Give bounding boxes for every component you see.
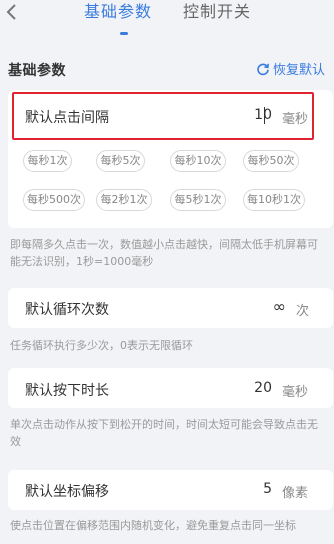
preset-chip[interactable]: 每秒5次 [96, 150, 145, 172]
interval-hint: 即每隔多久点击一次，数值越小点击越快，间隔太低手机屏幕可能无法识别，1秒=100… [10, 238, 318, 268]
press-unit: 毫秒 [282, 385, 309, 400]
press-hint: 单次点击动作从按下到松开的时间，时间太短可能会导致点击无效 [10, 418, 318, 448]
loop-label: 默认循环次数 [25, 302, 109, 318]
restore-default-label: 恢复默认 [272, 63, 325, 78]
active-tab-indicator [120, 32, 128, 35]
preset-chip[interactable]: 每10秒1次 [243, 189, 305, 211]
preset-chip[interactable]: 每秒50次 [243, 150, 299, 172]
preset-chip[interactable]: 每5秒1次 [170, 189, 226, 211]
loop-input[interactable]: ∞ [240, 297, 286, 316]
offset-label: 默认坐标偏移 [25, 484, 109, 500]
press-label: 默认按下时长 [25, 383, 109, 399]
highlight-box [12, 92, 314, 140]
preset-chip[interactable]: 每秒500次 [23, 189, 85, 211]
tab-control-switches[interactable]: 控制开关 [183, 0, 251, 26]
preset-chip[interactable]: 每秒1次 [23, 150, 72, 172]
offset-input[interactable]: 5 [226, 481, 272, 497]
preset-chip[interactable]: 每秒10次 [170, 150, 226, 172]
preset-chip[interactable]: 每2秒1次 [96, 189, 152, 211]
press-input[interactable]: 20 [226, 380, 272, 396]
offset-hint: 使点击位置在偏移范围内随机变化，避免重复点击同一坐标 [10, 519, 296, 532]
loop-unit: 次 [296, 304, 310, 319]
section-title: 基础参数 [8, 63, 66, 79]
offset-unit: 像素 [282, 486, 309, 501]
restore-default-button[interactable]: 恢复默认 [256, 59, 325, 78]
back-arrow-icon[interactable] [2, 2, 22, 22]
refresh-icon [257, 63, 269, 75]
loop-hint: 任务循环执行多少次，0表示无限循环 [10, 339, 193, 352]
top-bar: 基础参数 控制开关 [0, 0, 334, 40]
tab-basic-params[interactable]: 基础参数 [84, 0, 152, 26]
